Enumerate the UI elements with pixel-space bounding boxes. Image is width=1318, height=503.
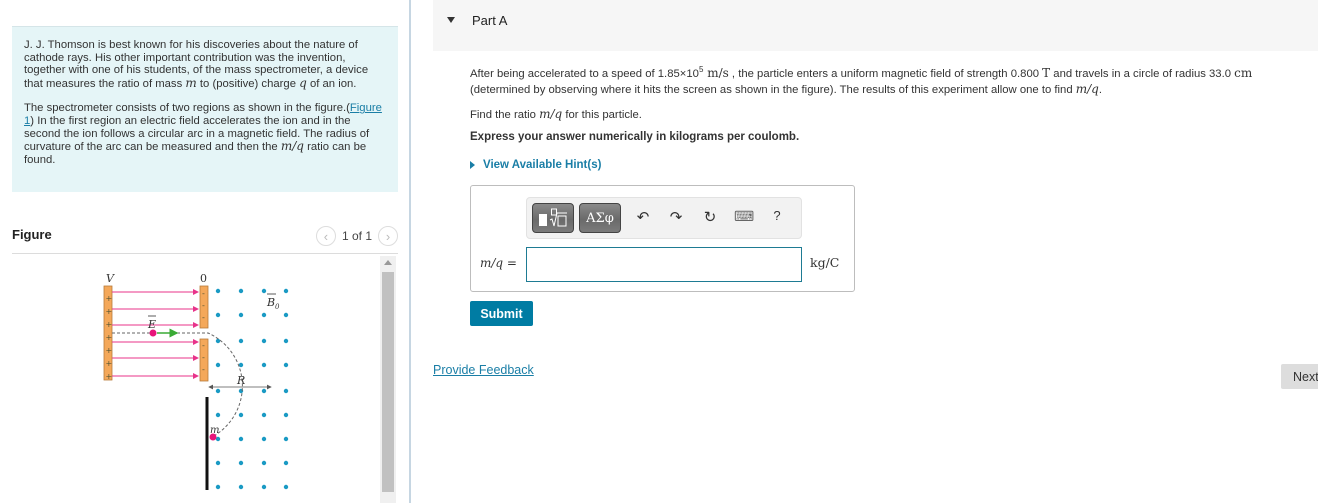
view-hints-label: View Available Hint(s) [483,159,602,171]
math-toolbar: ΑΣφ ↶ ↷ ↻ ⌨ ? [526,197,802,239]
b-field-dot [261,460,267,466]
help-icon[interactable]: ? [767,208,787,223]
minus-sign: - [202,365,205,374]
b-field-dot [215,288,221,294]
part-a-header[interactable]: Part A [433,0,1318,51]
caret-right-icon [470,161,475,169]
plus-sign: + [106,372,113,381]
b-field-dot [215,460,221,466]
b-field-dot [283,338,289,344]
magnetic-field-label: B [266,296,275,309]
templates-button[interactable] [532,203,574,233]
b-field-dot [261,388,267,394]
b-field-dot [238,338,244,344]
b-field-dot [261,338,267,344]
b-field-dot [238,288,244,294]
answer-unit: kg/C [810,255,840,270]
var-q: q [299,75,307,90]
pane-divider [409,0,411,503]
zero-potential-label: 0 [200,272,207,285]
templates-icon [539,208,567,227]
b-field-dot [238,436,244,442]
plus-sign: + [106,294,113,303]
plus-sign: + [106,333,113,342]
b-field-dot [261,412,267,418]
b-field-dot [283,312,289,318]
b-field-dot [215,362,221,368]
symbols-button[interactable]: ΑΣφ [579,203,621,233]
minus-sign: - [202,301,205,310]
answer-label: m/q = [480,256,517,270]
figure-scrollbar[interactable] [380,256,396,503]
problem-statement: After being accelerated to a speed of 1.… [470,65,1253,96]
redo-icon[interactable]: ↷ [666,208,686,226]
chevron-right-icon: › [385,228,391,244]
b-field-dot [215,388,221,394]
minus-sign: - [202,313,205,322]
answer-input[interactable] [526,247,802,282]
b-field-dot [283,362,289,368]
b-field-dot [283,436,289,442]
intro-paragraph-2: The spectrometer consists of two regions… [24,102,382,166]
b-field-dot [215,484,221,490]
electric-field-label: E [147,318,156,331]
scroll-thumb[interactable] [382,272,394,492]
provide-feedback-link[interactable]: Provide Feedback [433,363,534,377]
answer-box: ΑΣφ ↶ ↷ ↻ ⌨ ? m/q = kg/C [470,185,855,292]
b-field-dot [283,460,289,466]
b-field-dot [283,484,289,490]
b-field-dot [238,484,244,490]
b-field-dot [261,362,267,368]
plus-sign: + [106,346,113,355]
part-title: Part A [472,13,508,28]
b-field-dot [238,460,244,466]
find-instruction: Find the ratio m/q for this particle. [470,107,642,121]
b-field-dot [238,312,244,318]
minus-sign: - [202,289,205,298]
b-field-dot [215,338,221,344]
particle-path [112,332,243,438]
figure-header: Figure ‹ 1 of 1 › [12,224,398,254]
b-field-dot [261,312,267,318]
next-figure-button[interactable]: › [378,226,398,246]
b-field-dot [238,362,244,368]
pager-text: 1 of 1 [341,229,372,243]
chevron-left-icon: ‹ [323,228,329,244]
left-pane: J. J. Thomson is best known for his disc… [0,0,410,503]
b-field-dot [238,412,244,418]
b-field-dot [261,436,267,442]
undo-icon[interactable]: ↶ [633,208,653,226]
submit-button[interactable]: Submit [470,301,533,326]
radius-label: R [236,374,245,387]
reset-icon[interactable]: ↻ [700,208,720,226]
magnetic-field-subscript: 0 [275,303,280,311]
mass-label: m [210,425,219,436]
b-field-dot [261,484,267,490]
express-instruction: Express your answer numerically in kilog… [470,131,800,143]
mass-spectrometer-figure: + + + + + + + - - - - - - V 0 E B 0 R m [103,272,289,490]
minus-sign: - [202,353,205,362]
keyboard-icon[interactable]: ⌨ [734,208,754,225]
b-field-dot [215,312,221,318]
b-field-dot [215,412,221,418]
intro-box: J. J. Thomson is best known for his disc… [12,26,398,192]
var-m: m [185,75,197,90]
figure-pager: ‹ 1 of 1 › [315,226,398,246]
intro-paragraph-1: J. J. Thomson is best known for his disc… [24,39,369,90]
scroll-up-icon[interactable] [384,260,392,265]
next-button[interactable]: Next [1281,364,1318,389]
b-field-dot [283,412,289,418]
figure-title: Figure [12,227,52,242]
caret-down-icon [447,17,455,23]
view-hints-toggle[interactable]: View Available Hint(s) [470,159,601,171]
plus-sign: + [106,359,113,368]
prev-figure-button[interactable]: ‹ [315,226,336,246]
voltage-label: V [106,272,115,285]
b-field-dot [261,288,267,294]
b-field-dot [283,288,289,294]
b-field-dot [283,388,289,394]
plus-sign: + [106,320,113,329]
minus-sign: - [202,341,205,350]
plus-sign: + [106,307,113,316]
